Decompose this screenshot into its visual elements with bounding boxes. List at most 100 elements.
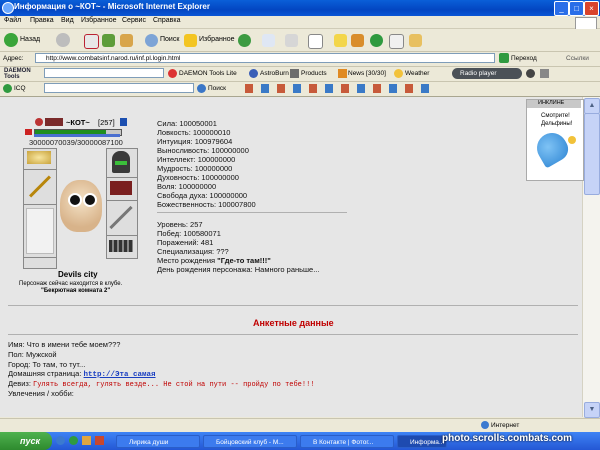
scroll-up-arrow[interactable]: ▲ (584, 98, 600, 114)
close-button[interactable]: × (584, 1, 599, 16)
status-zone: Интернет (491, 422, 520, 429)
go-arrow-icon[interactable] (499, 53, 509, 63)
links-button[interactable]: Ссылки (566, 55, 589, 62)
print-icon[interactable] (285, 34, 298, 47)
search-icon[interactable] (145, 34, 158, 47)
messenger-icon[interactable] (351, 34, 364, 47)
minimize-button[interactable]: _ (554, 1, 569, 16)
daemon-lightning-icon (168, 69, 177, 78)
info-wins: Побед: 100580071 (157, 229, 221, 238)
watermark: photo.scrolls.combats.com (442, 433, 573, 444)
news-button[interactable]: News [30/30] (348, 70, 386, 77)
maximize-button[interactable]: □ (569, 1, 584, 16)
stat-will: Воля: 100000000 (157, 182, 217, 191)
refresh-icon[interactable] (102, 34, 115, 47)
info-level: Уровень: 257 (157, 220, 203, 229)
hp-value: 30000070039/30000087100 (29, 138, 123, 147)
stats-divider (157, 212, 347, 213)
mail-icon[interactable] (262, 34, 275, 47)
start-button[interactable]: пуск (0, 432, 52, 450)
menu-tools[interactable]: Сервис (122, 17, 146, 24)
task-vkontakte[interactable]: В Контакте | Фотог... (300, 435, 394, 448)
scroll-down-arrow[interactable]: ▼ (584, 402, 600, 418)
crown-icon (27, 151, 51, 164)
news-rss-icon (338, 69, 347, 78)
discuss-icon[interactable] (334, 34, 347, 47)
location-line-2: "Бекрютная комната 2" (41, 288, 111, 294)
icq-label[interactable]: ICQ (14, 85, 26, 92)
menu-file[interactable]: Файл (4, 17, 21, 24)
homepage-link[interactable]: http://Эта самая (84, 371, 156, 379)
info-icon[interactable] (120, 118, 127, 126)
research-icon[interactable] (389, 34, 404, 49)
back-button-label[interactable]: Назад (20, 36, 40, 43)
scroll-thumb[interactable] (584, 113, 600, 195)
icq-flower-icon[interactable] (370, 34, 383, 47)
daemon-lite-button[interactable]: DAEMON Tools Lite (179, 70, 237, 77)
profile-divider-top (8, 305, 578, 306)
forward-arrow-icon[interactable] (56, 33, 70, 47)
stat-freedom: Свобода духа: 100000000 (157, 191, 248, 200)
weather-button[interactable]: Weather (405, 70, 429, 77)
stat-agility: Ловкость: 100000010 (157, 128, 231, 137)
ad-text-2: Дельфины! (541, 121, 573, 127)
ball-icon (568, 136, 576, 144)
home-icon[interactable] (120, 34, 133, 47)
profile-homepage: Домашняя страница: http://Эта самая (8, 369, 156, 379)
astroburn-icon (249, 69, 258, 78)
quicklaunch-desktop-icon[interactable] (82, 436, 91, 445)
task-lirika[interactable]: Лирика души (116, 435, 200, 448)
products-icon (290, 69, 299, 78)
search-button-label[interactable]: Поиск (160, 36, 179, 43)
belt-slot[interactable] (23, 257, 57, 269)
menu-favorites[interactable]: Избранное (81, 17, 116, 24)
media-icon[interactable] (238, 34, 251, 47)
profile-gender: Пол: Мужской (8, 350, 57, 359)
gloves-icon (110, 181, 132, 195)
mana-bar (34, 134, 120, 137)
stat-endurance: Выносливость: 100000000 (157, 146, 249, 155)
icq-flower-icon (3, 84, 12, 93)
heart-icon (25, 129, 32, 135)
favorites-button-label[interactable]: Избранное (199, 36, 234, 43)
quicklaunch-ie-icon[interactable] (56, 436, 65, 445)
daemon-search-input[interactable] (44, 68, 164, 78)
alignment-icon (35, 118, 43, 126)
helm-visor-icon (115, 161, 127, 165)
avatar-eye-left (68, 193, 82, 207)
favorites-star-icon[interactable] (184, 34, 197, 47)
address-field[interactable]: http://www.combatsinf.narod.ru/inf.pl.lo… (35, 53, 495, 63)
edit-icon[interactable] (308, 34, 323, 49)
profile-city: Город: То там, то тут... (8, 360, 86, 369)
folder-icon[interactable] (409, 34, 422, 47)
ie-logo-icon (2, 2, 14, 14)
address-label: Адрес: (3, 55, 24, 62)
ad-header: ИНКЛИНЕ (538, 100, 565, 106)
task-info-active[interactable]: Информа... (397, 435, 447, 448)
icq-tool-icons[interactable] (245, 84, 435, 93)
back-arrow-icon[interactable] (4, 33, 18, 47)
stat-spirituality: Духовность: 100000000 (157, 173, 239, 182)
icq-search-button[interactable]: Поиск (208, 85, 226, 92)
menu-edit[interactable]: Правка (30, 17, 54, 24)
daemon-brand: DAEMON Tools (4, 68, 31, 80)
character-level-badge: [257] (98, 118, 115, 127)
quicklaunch-app-icon[interactable] (95, 436, 104, 445)
stat-divinity: Божественность: 100007800 (157, 200, 256, 209)
stop-icon[interactable] (84, 34, 99, 49)
weather-sun-icon (394, 69, 403, 78)
menu-view[interactable]: Вид (61, 17, 74, 24)
character-avatar (60, 180, 102, 232)
menu-help[interactable]: Справка (153, 17, 180, 24)
play-icon[interactable] (526, 69, 535, 78)
quicklaunch-icq-icon[interactable] (69, 436, 78, 445)
city-name: Devils city (58, 270, 98, 279)
radio-player-button[interactable]: Radio player (452, 68, 522, 79)
icq-search-input[interactable] (44, 83, 194, 93)
volume-icon[interactable] (540, 69, 549, 78)
go-button[interactable]: Переход (511, 55, 537, 62)
task-combats[interactable]: Бойцовский клуб - M... (203, 435, 297, 448)
astroburn-button[interactable]: AstroBurn (260, 70, 289, 77)
stat-wisdom: Мудрость: 100000000 (157, 164, 233, 173)
products-button[interactable]: Products (301, 70, 327, 77)
